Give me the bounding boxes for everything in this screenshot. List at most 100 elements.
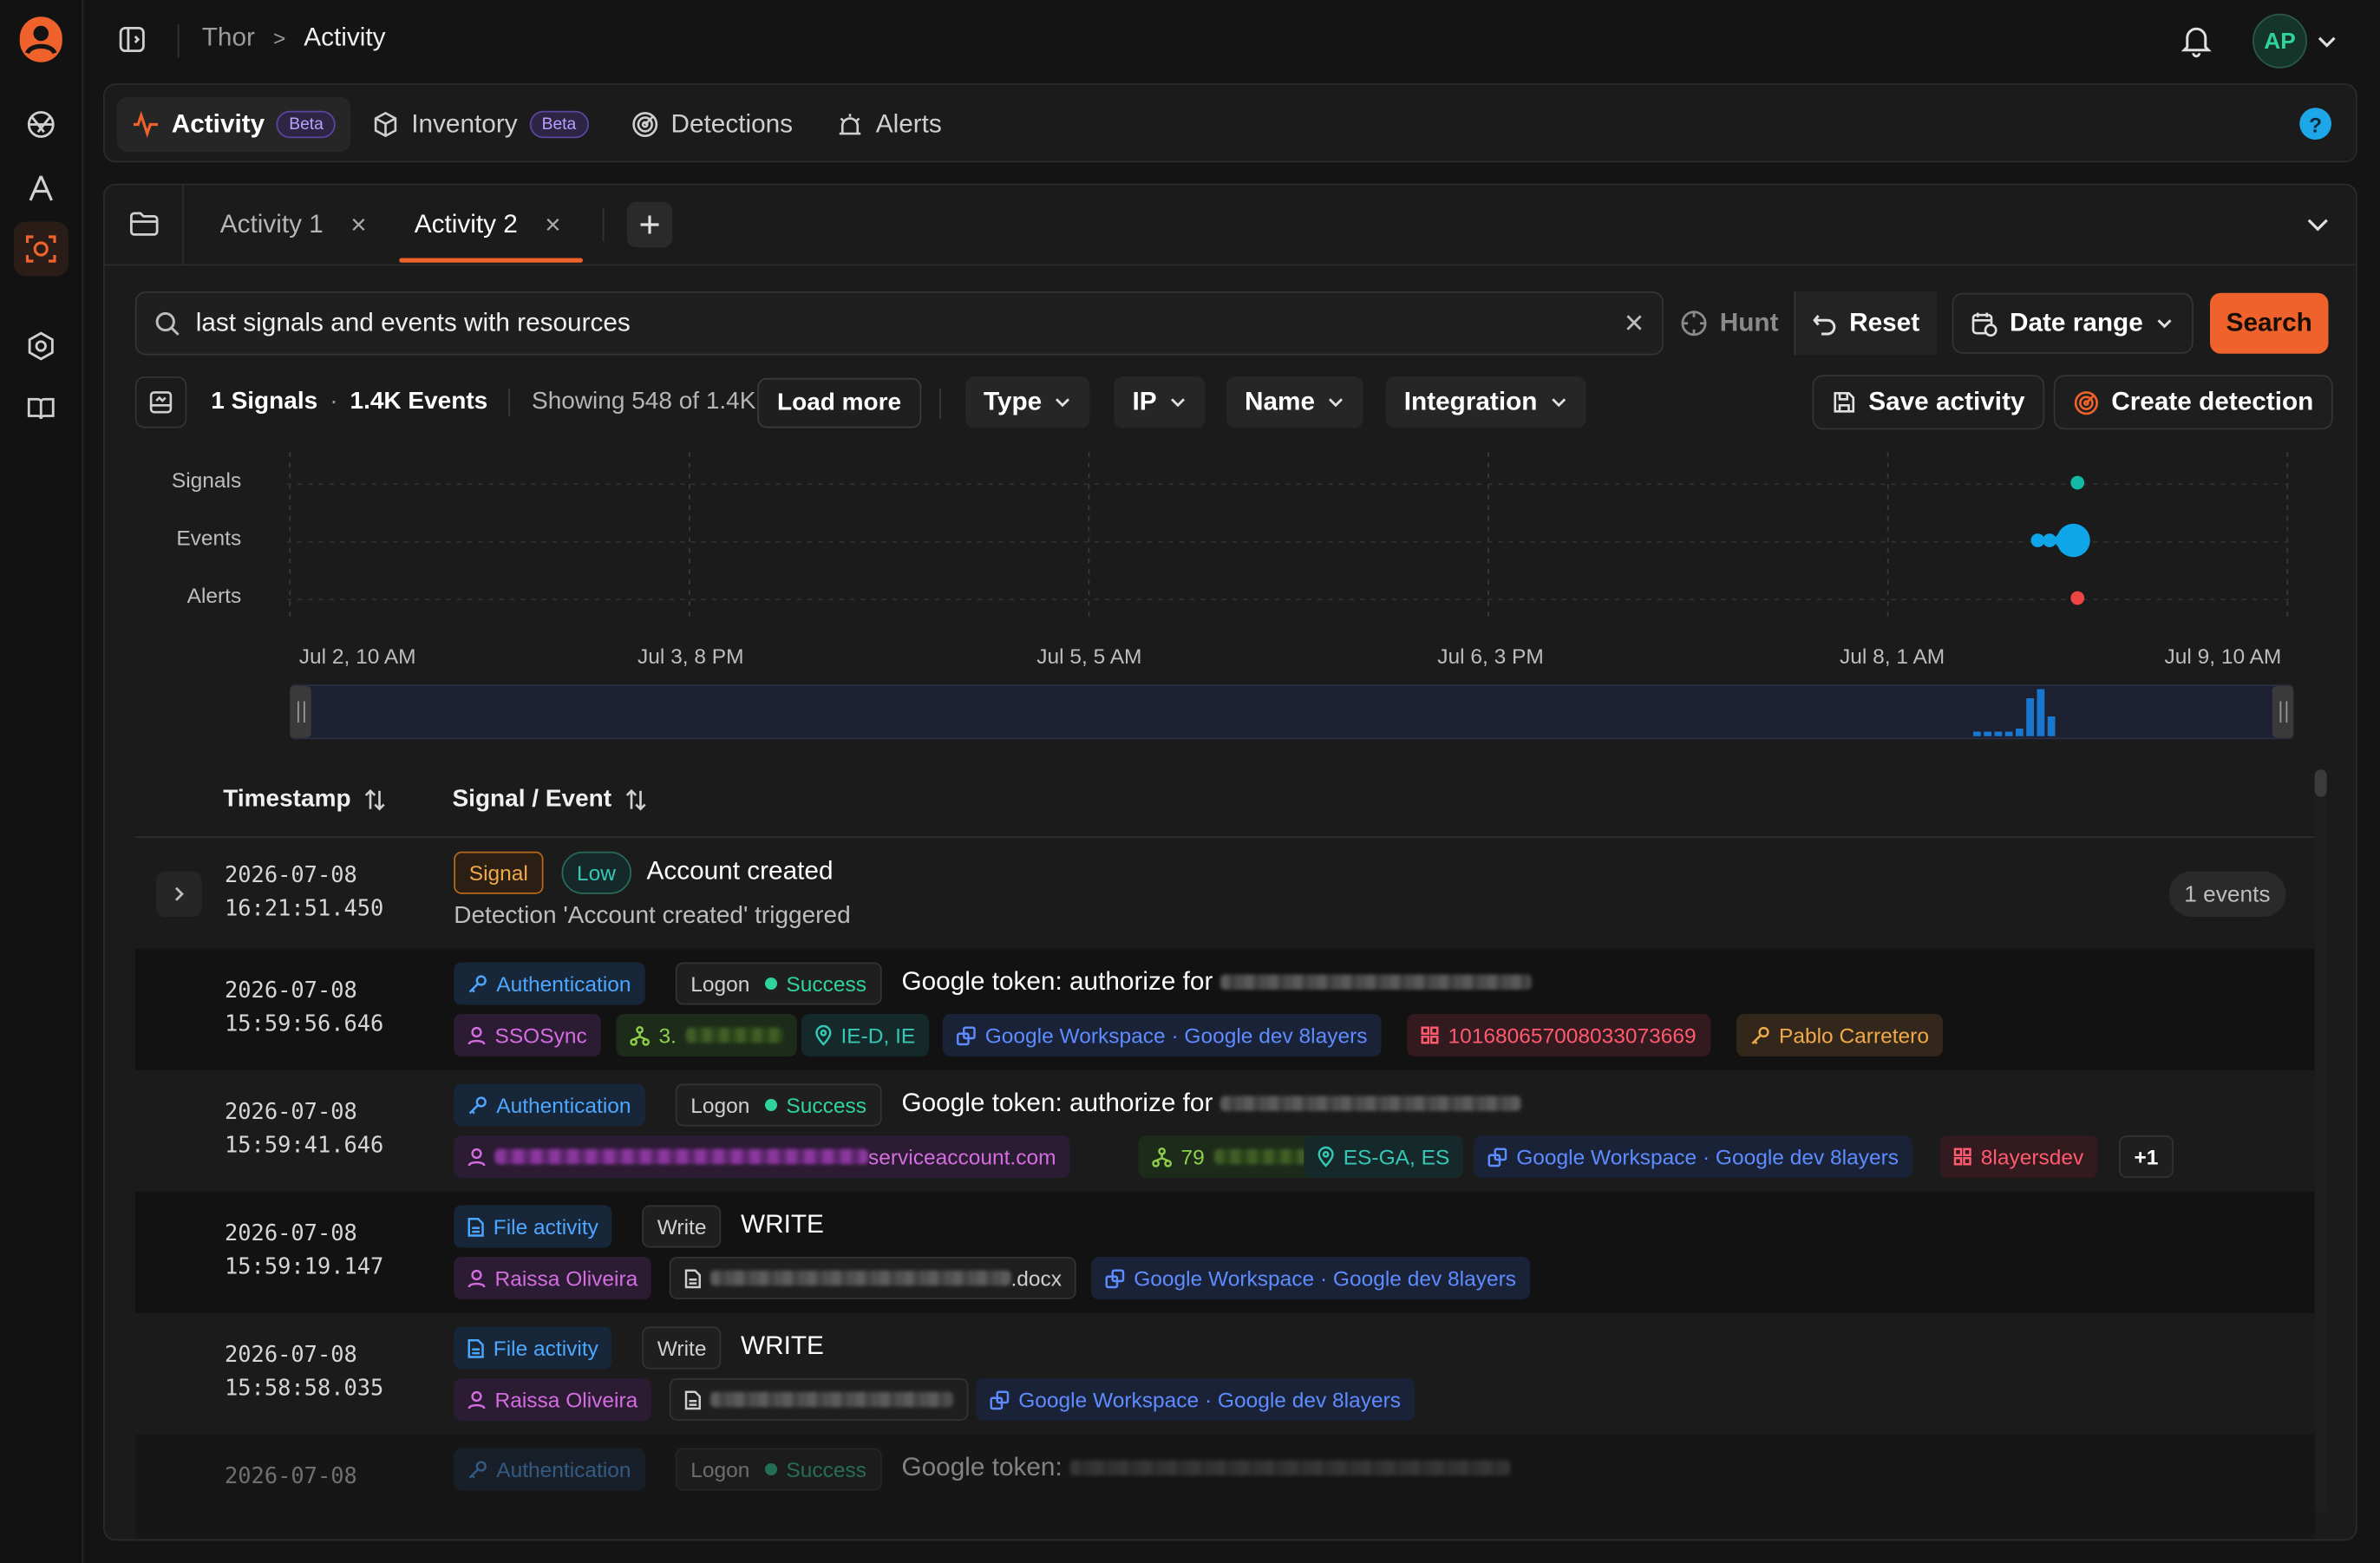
integration-filter[interactable]: Integration bbox=[1385, 376, 1586, 428]
signal-subtitle: Detection 'Account created' triggered bbox=[454, 903, 851, 929]
brush-histogram bbox=[1973, 689, 2056, 736]
search-button[interactable]: Search bbox=[2210, 292, 2329, 354]
file-chip[interactable]: .docx bbox=[669, 1257, 1077, 1299]
more-chip[interactable]: +1 bbox=[2119, 1135, 2174, 1178]
plus-icon bbox=[640, 215, 659, 234]
tab-detections-label: Detections bbox=[670, 109, 794, 139]
ip-chip[interactable]: 3. bbox=[616, 1014, 797, 1056]
integration-chip[interactable]: Google Workspace · Google dev 8layers bbox=[942, 1014, 1382, 1056]
sidebar-toggle-icon[interactable] bbox=[119, 26, 147, 61]
table-row[interactable]: 2026-07-08 15:58:58.035 File activity Wr… bbox=[134, 1312, 2315, 1435]
clear-search-icon[interactable]: × bbox=[1625, 304, 1644, 343]
actor-chip[interactable]: Raissa Oliveira bbox=[454, 1378, 651, 1421]
create-detection-button[interactable]: Create detection bbox=[2053, 375, 2334, 430]
logo-icon[interactable] bbox=[14, 12, 69, 67]
tab-activity-1[interactable]: Activity 1 × bbox=[220, 186, 367, 265]
key-icon bbox=[468, 974, 487, 992]
collapse-chevron-icon[interactable] bbox=[2305, 214, 2330, 243]
actor-chip[interactable]: SSOSync bbox=[454, 1014, 601, 1056]
events-count-badge[interactable]: 1 events bbox=[2168, 871, 2286, 917]
tab-activity[interactable]: Activity Beta bbox=[116, 97, 351, 152]
redacted-value bbox=[1213, 1148, 1314, 1165]
events-count: 1.4K Events bbox=[350, 389, 488, 415]
folder-icon[interactable] bbox=[105, 185, 184, 265]
signal-event-header[interactable]: Signal / Event bbox=[453, 787, 649, 814]
help-icon[interactable]: ? bbox=[2299, 108, 2331, 140]
action-chip: Logon Success bbox=[675, 1448, 882, 1491]
beta-badge: Beta bbox=[277, 110, 336, 139]
expand-row-button[interactable] bbox=[156, 871, 202, 917]
location-chip[interactable]: IE-D, IE bbox=[801, 1014, 930, 1056]
tab-activity-2[interactable]: Activity 2 × bbox=[415, 186, 561, 265]
add-tab-button[interactable] bbox=[626, 201, 673, 248]
chevron-down-icon[interactable] bbox=[2317, 30, 2338, 59]
table-row[interactable]: 2026-07-08 15:59:41.646 Authentication L… bbox=[134, 1069, 2315, 1192]
timestamp: 2026-07-08 16:21:51.450 bbox=[225, 860, 383, 926]
row-label-events: Events bbox=[176, 525, 242, 550]
actor-chip[interactable]: serviceaccount.com bbox=[454, 1135, 1070, 1178]
table-row[interactable]: 2026-07-08 15:59:19.147 File activity Wr… bbox=[134, 1191, 2315, 1313]
table-row[interactable]: 2026-07-08 15:59:56.646 Authentication L… bbox=[134, 948, 2315, 1070]
action-label: Write bbox=[657, 1214, 707, 1239]
tabs-bottom-border bbox=[104, 264, 2356, 266]
brush-handle-right[interactable] bbox=[2272, 686, 2294, 738]
integration-icon bbox=[1488, 1147, 1507, 1167]
ip-chip[interactable]: 79 bbox=[1138, 1135, 1328, 1178]
reset-button[interactable]: Reset bbox=[1794, 291, 1937, 356]
brush-handle-left[interactable] bbox=[290, 686, 311, 738]
date-range-dropdown[interactable]: Date range bbox=[1952, 292, 2194, 354]
actor-label: Raissa Oliveira bbox=[494, 1265, 638, 1291]
chart-point-signals bbox=[2070, 475, 2085, 490]
person-chip[interactable]: Pablo Carretero bbox=[1736, 1014, 1943, 1056]
bell-icon[interactable] bbox=[2181, 24, 2212, 65]
scrollbar-thumb[interactable] bbox=[2314, 769, 2327, 797]
integration-chip[interactable]: Google Workspace · Google dev 8layers bbox=[1091, 1257, 1530, 1299]
chart-toggle-button[interactable] bbox=[134, 376, 187, 428]
tab-inventory[interactable]: Inventory Beta bbox=[356, 97, 604, 152]
resource-chip[interactable]: 101680657008033073669 bbox=[1407, 1014, 1710, 1056]
ip-filter[interactable]: IP bbox=[1114, 376, 1206, 428]
activity-nav-icon[interactable] bbox=[13, 221, 69, 277]
triangle-nav-icon[interactable] bbox=[14, 161, 69, 216]
integration-chip[interactable]: Google Workspace · Google dev 8layers bbox=[976, 1378, 1415, 1421]
category-chip: Authentication bbox=[454, 1448, 645, 1491]
type-filter[interactable]: Type bbox=[965, 376, 1091, 428]
table-row[interactable]: 2026-07-08 Authentication Logon Success … bbox=[134, 1434, 2315, 1540]
aperture-icon[interactable] bbox=[14, 97, 69, 152]
settings-hex-icon[interactable] bbox=[14, 319, 69, 374]
save-activity-button[interactable]: Save activity bbox=[1812, 375, 2045, 430]
avatar[interactable]: AP bbox=[2252, 13, 2307, 69]
timestamp-header[interactable]: Timestamp bbox=[223, 787, 387, 814]
category-chip: Authentication bbox=[454, 1083, 645, 1127]
breadcrumb-org[interactable]: Thor bbox=[202, 23, 255, 53]
tab-detections[interactable]: Detections bbox=[617, 97, 808, 152]
search-input[interactable]: last signals and events with resources bbox=[196, 308, 1609, 338]
search-box[interactable]: last signals and events with resources × bbox=[134, 291, 1664, 356]
breadcrumb-separator: > bbox=[272, 25, 286, 50]
resource-chip[interactable]: 8layersdev bbox=[1939, 1135, 2097, 1178]
row-label-alerts: Alerts bbox=[186, 583, 242, 607]
close-icon[interactable]: × bbox=[545, 209, 560, 241]
category-label: Authentication bbox=[496, 971, 631, 996]
chevron-down-icon bbox=[1551, 398, 1566, 408]
integration-chip[interactable]: Google Workspace · Google dev 8layers bbox=[1474, 1135, 1912, 1178]
table-scrollbar[interactable] bbox=[2314, 769, 2327, 1514]
timestamp-date: 2026-07-08 bbox=[225, 1221, 357, 1246]
tab-alerts[interactable]: Alerts bbox=[821, 97, 958, 152]
close-icon[interactable]: × bbox=[350, 209, 366, 241]
summary-divider bbox=[508, 389, 511, 416]
load-more-button[interactable]: Load more bbox=[757, 377, 921, 428]
chart-point-events bbox=[2043, 533, 2056, 547]
status-dot bbox=[764, 1099, 777, 1111]
name-filter[interactable]: Name bbox=[1226, 376, 1364, 428]
book-icon[interactable] bbox=[14, 381, 69, 435]
table-row-signal[interactable]: 2026-07-08 16:21:51.450 Signal Low Accou… bbox=[135, 838, 2315, 949]
create-detection-label: Create detection bbox=[2111, 387, 2314, 416]
x-tick: Jul 2, 10 AM bbox=[298, 644, 416, 668]
event-title-text: Google token: authorize for bbox=[901, 1088, 1213, 1117]
hunt-button[interactable]: Hunt bbox=[1680, 291, 1779, 356]
actor-chip[interactable]: Raissa Oliveira bbox=[454, 1257, 651, 1299]
signal-title: Account created bbox=[646, 856, 834, 886]
location-chip[interactable]: ES-GA, ES bbox=[1304, 1135, 1464, 1178]
file-chip[interactable] bbox=[669, 1378, 969, 1421]
